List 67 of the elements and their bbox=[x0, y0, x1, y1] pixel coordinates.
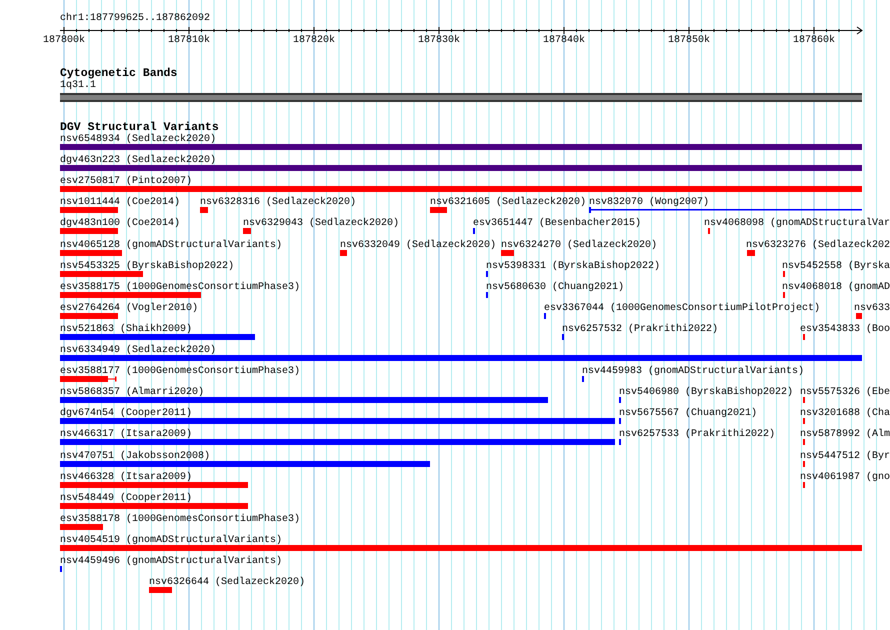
variant-label: nsv5398331 (ByrskaBishop2022) bbox=[486, 262, 660, 272]
variant-label: nsv6257533 (Prakrithi2022) bbox=[619, 430, 776, 440]
variant-bar[interactable] bbox=[60, 334, 255, 340]
ruler-tick-label: 187820k bbox=[293, 36, 336, 46]
variant-label: nsv5453325 (ByrskaBishop2022) bbox=[60, 262, 234, 272]
variant-label: nsv470751 (Jakobsson2008) bbox=[60, 452, 210, 462]
variant-label: nsv521863 (Shaikh2009) bbox=[60, 324, 192, 335]
variant-label: esv3543833 (Boo bbox=[800, 324, 890, 335]
variant-label: nsv4065128 (gnomADStructuralVariants) bbox=[60, 240, 282, 250]
variant-label: nsv4068098 (gnomADStructuralVar bbox=[704, 219, 890, 230]
variant-bar[interactable] bbox=[60, 418, 615, 424]
variant-label: nsv4459496 (gnomADStructuralVariants) bbox=[60, 557, 282, 567]
ruler-tick-label: 187830k bbox=[418, 36, 460, 46]
variant-label: nsv4459983 (gnomADStructuralVariants) bbox=[582, 367, 804, 378]
variant-label: nsv6257532 (Prakrithi2022) bbox=[562, 324, 718, 335]
variant-label: esv3588178 (1000GenomesConsortiumPhase3) bbox=[60, 514, 300, 525]
variant-label: nsv5878992 (Alm bbox=[800, 430, 890, 440]
variant-label: nsv5675567 (Chuang2021) bbox=[619, 409, 758, 420]
variant-label: nsv466328 (Itsara2009) bbox=[60, 472, 192, 483]
variant-label: esv3651447 (Besenbacher2015) bbox=[473, 219, 642, 230]
variant-label: nsv3201688 (Cha bbox=[800, 409, 890, 420]
ruler-tick-label: 187840k bbox=[543, 36, 586, 46]
variant-span[interactable] bbox=[589, 207, 862, 214]
variant-label: nsv6323276 (Sedlazeck202 bbox=[746, 240, 890, 250]
cytoband-bar[interactable] bbox=[60, 93, 862, 102]
variant-label: nsv6334949 (Sedlazeck2020) bbox=[60, 346, 216, 356]
variant-label: nsv6328316 (Sedlazeck2020) bbox=[200, 198, 356, 208]
variant-label: nsv6321605 (Sedlazeck2020) bbox=[430, 198, 586, 208]
variant-label: nsv832070 (Wong2007) bbox=[589, 198, 710, 208]
variant-label: nsv6332049 (Sedlazeck2020) bbox=[340, 240, 496, 250]
variant-label: nsv5868357 (Almarri2020) bbox=[60, 388, 204, 398]
ruler-tick-label: 187810k bbox=[168, 36, 210, 46]
variant-bar[interactable] bbox=[60, 397, 548, 404]
variant-label: nsv6326644 (Sedlazeck2020) bbox=[149, 578, 306, 588]
variant-label: nsv4054519 (gnomADStructuralVariants) bbox=[60, 536, 282, 546]
variant-bar[interactable] bbox=[60, 165, 862, 172]
ruler-tick-label: 187800k bbox=[43, 36, 86, 46]
variant-label: nsv633 bbox=[854, 304, 890, 314]
variant-label: nsv5406980 (ByrskaBishop2022) bbox=[619, 388, 794, 398]
variant-label: esv2750817 (Pinto2007) bbox=[60, 177, 192, 188]
variant-label: esv3588175 (1000GenomesConsortiumPhase3) bbox=[60, 282, 300, 293]
track-title: DGV Structural Variants bbox=[60, 122, 219, 134]
variant-label: dgv674n54 (Cooper2011) bbox=[60, 409, 192, 420]
variant-label: nsv6548934 (Sedlazeck2020) bbox=[60, 135, 216, 145]
variant-label: dgv483n100 (Coe2014) bbox=[60, 219, 180, 230]
variant-label: nsv5452558 (Byrska bbox=[782, 262, 890, 272]
variant-label: esv2764264 (Vogler2010) bbox=[60, 304, 198, 314]
variant-label: nsv5680630 (Chuang2021) bbox=[486, 282, 624, 293]
variant-label: dgv463n223 (Sedlazeck2020) bbox=[60, 156, 216, 166]
ruler-tick-label: 187850k bbox=[668, 36, 710, 46]
variant-label: nsv6329043 (Sedlazeck2020) bbox=[243, 219, 400, 230]
variant-label: esv3367044 (1000GenomesConsortiumPilotProject) bbox=[544, 304, 820, 314]
band-label: 1q31.1 bbox=[60, 81, 96, 91]
location-label: chr1:187799625..187862092 bbox=[60, 14, 210, 24]
variant-label: nsv5575326 (Ebe bbox=[800, 388, 890, 398]
variant-label: nsv4061987 (gno bbox=[800, 472, 890, 483]
variant-label: nsv6324270 (Sedlazeck2020) bbox=[501, 240, 658, 250]
variant-label: nsv548449 (Cooper2011) bbox=[60, 494, 192, 504]
track-title: Cytogenetic Bands bbox=[60, 68, 178, 80]
variant-label: esv3588177 (1000GenomesConsortiumPhase3) bbox=[60, 367, 300, 378]
variant-label: nsv5447512 (Byr bbox=[800, 452, 890, 462]
variant-label: nsv466317 (Itsara2009) bbox=[60, 430, 192, 440]
variant-label: nsv1011444 (Coe2014) bbox=[60, 198, 180, 208]
variant-label: nsv4068018 (gnomAD bbox=[782, 282, 890, 293]
variant-bar[interactable] bbox=[60, 439, 615, 446]
variant-bar[interactable] bbox=[60, 460, 430, 466]
ruler-tick-label: 187860k bbox=[793, 36, 836, 46]
